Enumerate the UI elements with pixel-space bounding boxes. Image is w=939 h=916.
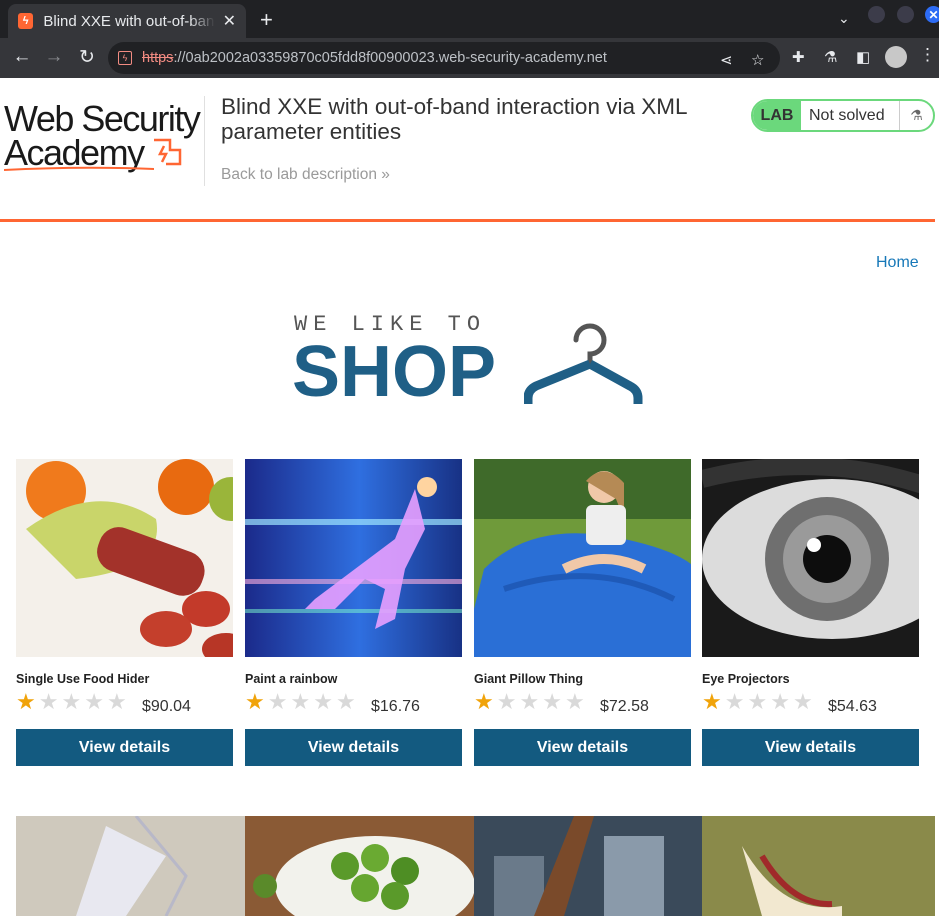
hanger-icon: [524, 323, 643, 404]
star-empty-icon: ★: [106, 689, 127, 714]
minimize-button[interactable]: [868, 6, 885, 23]
insecure-icon[interactable]: ϟ: [118, 51, 132, 65]
view-details-button[interactable]: View details: [702, 729, 919, 766]
star-empty-icon: ★: [519, 689, 540, 714]
header-divider: [204, 96, 205, 186]
product-image[interactable]: [16, 816, 247, 916]
star-empty-icon: ★: [84, 689, 104, 714]
product-card: Single Use Food Hider ★ ★ ★ ★ ★ $90.04 View …: [16, 459, 233, 766]
address-bar[interactable]: ϟ https://0ab2002a03359870c05fdd8f009000…: [108, 42, 780, 74]
url-text: https://0ab2002a03359870c05fdd8f00900023…: [142, 50, 607, 66]
product-name: Giant Pillow Thing: [474, 672, 584, 686]
lab-status-widget: LAB Not solved ⚗: [751, 99, 935, 132]
home-link[interactable]: Home: [876, 254, 919, 272]
product-image[interactable]: [245, 459, 462, 657]
star-empty-icon: ★: [61, 689, 82, 714]
logo-bolt-icon: [154, 138, 182, 166]
product-name: Single Use Food Hider: [16, 672, 150, 686]
star-filled-icon: ★: [702, 689, 722, 714]
product-image[interactable]: [16, 459, 233, 657]
tab-title: Blind XXE with out-of-band interaction v…: [43, 12, 215, 30]
lightning-favicon-icon: ϟ: [18, 13, 34, 29]
star-empty-icon: ★: [38, 689, 59, 714]
back-link-label: Back to lab description: [221, 166, 377, 183]
product-card: Giant Pillow Thing ★ ★ ★ ★ ★ $72.58 View det…: [474, 459, 691, 766]
url-scheme: https: [142, 50, 174, 66]
product-price: $72.58: [600, 698, 649, 715]
shop-logo: WE LIKE TO SHOP: [292, 312, 652, 408]
new-tab-icon[interactable]: +: [260, 7, 273, 33]
url-host: ://0ab2002a03359870c05fdd8f00900023.web-…: [173, 50, 607, 66]
back-arrow-icon[interactable]: ←: [10, 46, 34, 68]
bookmark-star-icon[interactable]: ☆: [751, 51, 764, 69]
view-details-button[interactable]: View details: [16, 729, 233, 766]
maximize-button[interactable]: [897, 6, 914, 23]
rating-stars: ★ ★ ★ ★ ★: [702, 691, 816, 713]
rating-stars: ★ ★ ★ ★ ★: [16, 691, 130, 713]
reload-icon[interactable]: ↻: [75, 46, 99, 69]
star-filled-icon: ★: [245, 689, 265, 714]
product-card: Paint a rainbow ★ ★ ★ ★ ★ $16.76 View detail…: [245, 459, 462, 766]
star-filled-icon: ★: [16, 689, 36, 714]
more-menu-icon[interactable]: ⋮: [919, 45, 936, 65]
close-tab-icon[interactable]: ✕: [223, 11, 236, 31]
share-icon[interactable]: ⋖: [720, 51, 733, 69]
profile-avatar[interactable]: [885, 46, 907, 68]
product-image[interactable]: [702, 816, 935, 916]
star-empty-icon: ★: [747, 689, 768, 714]
extensions-icon[interactable]: ✚: [792, 48, 805, 66]
product-image[interactable]: [245, 816, 476, 916]
star-empty-icon: ★: [770, 689, 790, 714]
star-empty-icon: ★: [496, 689, 517, 714]
flask-icon: ⚗: [899, 101, 933, 130]
product-image[interactable]: [474, 816, 705, 916]
chevron-down-icon[interactable]: ⌄: [838, 10, 850, 27]
star-filled-icon: ★: [474, 689, 494, 714]
product-price: $54.63: [828, 698, 877, 715]
star-empty-icon: ★: [267, 689, 288, 714]
star-empty-icon: ★: [542, 689, 562, 714]
browser-tabbar: ϟ Blind XXE with out-of-band interaction…: [0, 0, 939, 38]
product-image[interactable]: [474, 459, 691, 657]
side-panel-icon[interactable]: ◧: [856, 48, 870, 66]
labs-flask-icon[interactable]: ⚗: [824, 48, 837, 66]
lab-badge: LAB: [753, 101, 801, 130]
rating-stars: ★ ★ ★ ★ ★: [474, 691, 588, 713]
rating-stars: ★ ★ ★ ★ ★: [245, 691, 359, 713]
view-details-button[interactable]: View details: [474, 729, 691, 766]
logo-underline: [4, 166, 154, 171]
product-name: Eye Projectors: [702, 672, 790, 686]
product-price: $16.76: [371, 698, 420, 715]
lab-title: Blind XXE with out-of-band interaction v…: [221, 94, 687, 144]
back-to-lab-description-link[interactable]: Back to lab description »: [221, 166, 390, 184]
star-empty-icon: ★: [564, 689, 585, 714]
product-card: Eye Projectors ★ ★ ★ ★ ★ $54.63 View details: [702, 459, 919, 766]
lab-header: Web Security Academy Blind XXE with out-…: [0, 78, 935, 222]
double-chevron-right-icon: »: [381, 166, 390, 183]
star-empty-icon: ★: [290, 689, 311, 714]
product-name: Paint a rainbow: [245, 672, 338, 686]
star-empty-icon: ★: [313, 689, 333, 714]
star-empty-icon: ★: [335, 689, 356, 714]
web-security-academy-logo[interactable]: Web Security Academy: [4, 98, 204, 173]
shop-word: SHOP: [292, 332, 497, 412]
star-empty-icon: ★: [792, 689, 813, 714]
product-price: $90.04: [142, 698, 191, 715]
star-empty-icon: ★: [724, 689, 745, 714]
view-details-button[interactable]: View details: [245, 729, 462, 766]
close-window-icon[interactable]: ✕: [925, 6, 939, 23]
browser-tab[interactable]: ϟ Blind XXE with out-of-band interaction…: [8, 4, 246, 38]
lab-status-text: Not solved: [809, 106, 885, 124]
forward-arrow-icon[interactable]: →: [42, 46, 66, 68]
product-image[interactable]: [702, 459, 919, 657]
browser-toolbar: ← → ↻ ϟ https://0ab2002a03359870c05fdd8f…: [0, 38, 939, 78]
